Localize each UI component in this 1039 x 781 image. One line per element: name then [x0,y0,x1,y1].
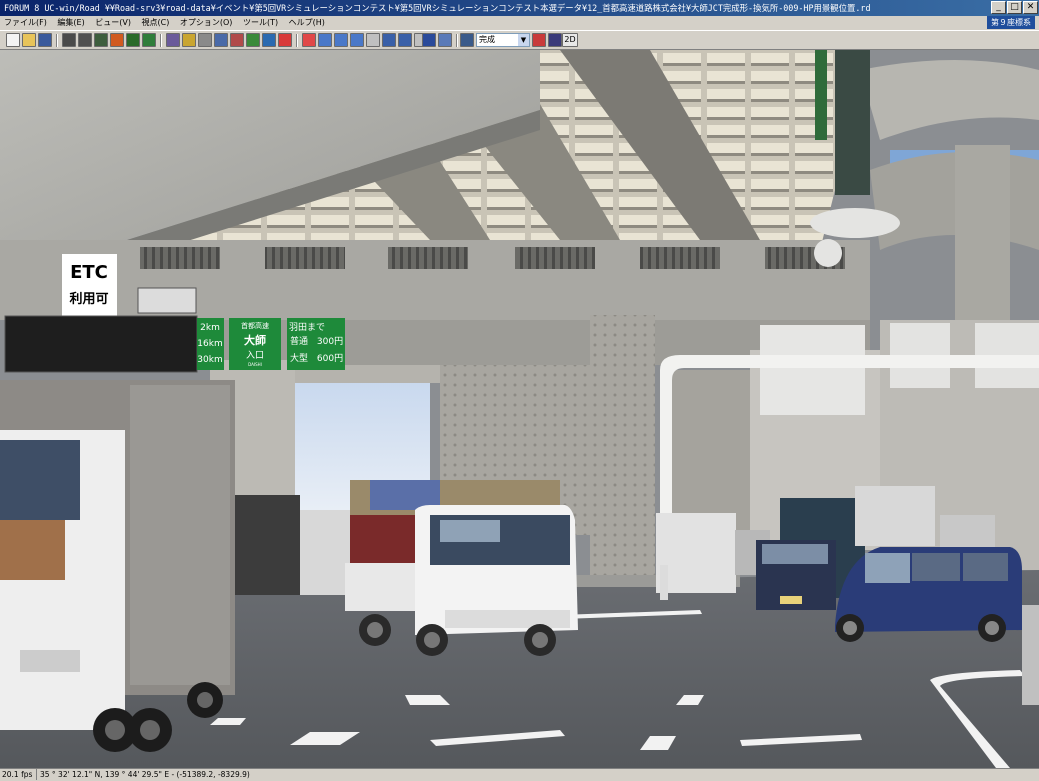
overhead-sign-green [815,50,827,140]
drive-car-icon[interactable] [422,33,436,47]
toll-sign-row1-value: 300円 [317,336,343,347]
entrance-sign-sub: DAISHI [248,362,262,367]
new-file-icon[interactable] [6,33,20,47]
toll-sign-header: 羽田まで [289,322,325,333]
landscape-icon[interactable] [246,33,260,47]
model-icon[interactable] [166,33,180,47]
toolbar-separator [160,34,162,47]
ventilation-box [760,325,865,415]
small-box-sign [137,287,197,314]
window-title: FORUM 8 UC-win/Road ¥¥Road-srv3¥road-dat… [4,3,871,13]
bollard [660,565,668,600]
scene-render: ETC 利用可 2km 16km 30km 首都高速 大師 入口 DAISHI … [0,50,1039,768]
sky-icon[interactable] [548,33,562,47]
minimize-button[interactable]: _ [991,1,1006,14]
overhead-sign-dark [835,50,870,195]
arrow-up-icon[interactable] [318,33,332,47]
terrain-icon[interactable] [182,33,196,47]
stop-icon[interactable] [302,33,316,47]
etc-sign-line2: 利用可 [69,291,108,307]
flight-icon[interactable] [438,33,452,47]
street-light-globe [814,239,842,267]
rotate-icon[interactable] [382,33,396,47]
flag-icon[interactable] [532,33,546,47]
camera-icon[interactable] [262,33,276,47]
hand-pan-icon[interactable] [366,33,380,47]
walk-icon[interactable] [398,33,412,47]
toll-sign-row2-label: 大型 [290,352,308,364]
status-bar: 20.1 fps 35 ° 32' 12.1" N, 139 ° 44' 29.… [0,768,1039,781]
vent-grille [515,247,595,269]
bridge-icon[interactable] [198,33,212,47]
road-draw-icon[interactable] [62,33,76,47]
road-section-icon[interactable] [78,33,92,47]
display-mode-icon[interactable] [460,33,474,47]
distance-sign-line1: 2km [200,323,220,333]
record-icon[interactable] [278,33,292,47]
menu-file[interactable]: ファイル(F) [0,16,51,30]
display-mode-value: 完成 [479,35,495,44]
chevron-down-icon[interactable]: ▼ [518,34,529,46]
toolbar-separator [56,34,58,47]
vent-grille [388,247,468,269]
menu-help[interactable]: ヘルプ(H) [285,16,329,30]
vent-grille [265,247,345,269]
3d-viewport[interactable]: ETC 利用可 2km 16km 30km 首都高速 大師 入口 DAISHI … [0,50,1039,768]
entrance-sign-header: 首都高速 [241,321,269,330]
toll-sign-row1-label: 普通 [290,335,308,347]
pier-right [955,145,1010,335]
left-large-truck [0,380,235,752]
vent-grille [140,247,220,269]
menu-camera[interactable]: 視点(C) [138,16,174,30]
entrance-sign-label: 入口 [246,350,264,361]
tunnel-icon[interactable] [214,33,228,47]
arrow-right-icon[interactable] [350,33,364,47]
distance-sign-line3: 30km [197,355,222,365]
led-message-board [4,315,198,373]
toll-sign-row2-value: 600円 [317,353,343,364]
guardrail-right [1022,605,1039,705]
vent-grille [640,247,720,269]
open-folder-icon[interactable] [22,33,36,47]
menu-options[interactable]: オプション(O) [176,16,237,30]
title-bar: FORUM 8 UC-win/Road ¥¥Road-srv3¥road-dat… [0,0,1039,16]
blue-van [835,547,1022,642]
toolbar-separator [296,34,298,47]
toolbar: 完成 ▼ 2D [0,30,1039,50]
menu-edit[interactable]: 編集(E) [53,16,88,30]
tree-icon[interactable] [142,33,156,47]
entrance-sign-name: 大師 [244,333,266,347]
distance-sign-line2: 16km [197,339,222,349]
fps-readout: 20.1 fps [2,769,37,780]
weather-icon[interactable] [230,33,244,47]
traffic-icon[interactable] [110,33,124,47]
move-icon[interactable] [334,33,348,47]
toolbar-separator [456,34,458,47]
pier-center [590,315,655,605]
pedestrian-icon[interactable] [126,33,140,47]
menu-view[interactable]: ビュー(V) [91,16,135,30]
navy-car [756,540,836,610]
view-2d-button[interactable]: 2D [562,33,578,47]
etc-sign-line1: ETC [70,262,108,283]
menu-bar: ファイル(F) 編集(E) ビュー(V) 視点(C) オプション(O) ツール(… [0,16,1039,30]
close-button[interactable]: ✕ [1023,1,1038,14]
save-disk-icon[interactable] [38,33,52,47]
intersection-icon[interactable] [94,33,108,47]
position-readout: 35 ° 32' 12.1" N, 139 ° 44' 29.5" E - (-… [40,770,250,779]
coordinate-system-badge: 第９座標系 [987,16,1035,29]
menu-tools[interactable]: ツール(T) [239,16,282,30]
display-mode-select[interactable]: 完成 ▼ [476,33,530,47]
street-light [810,208,900,238]
maximize-button[interactable]: □ [1007,1,1022,14]
